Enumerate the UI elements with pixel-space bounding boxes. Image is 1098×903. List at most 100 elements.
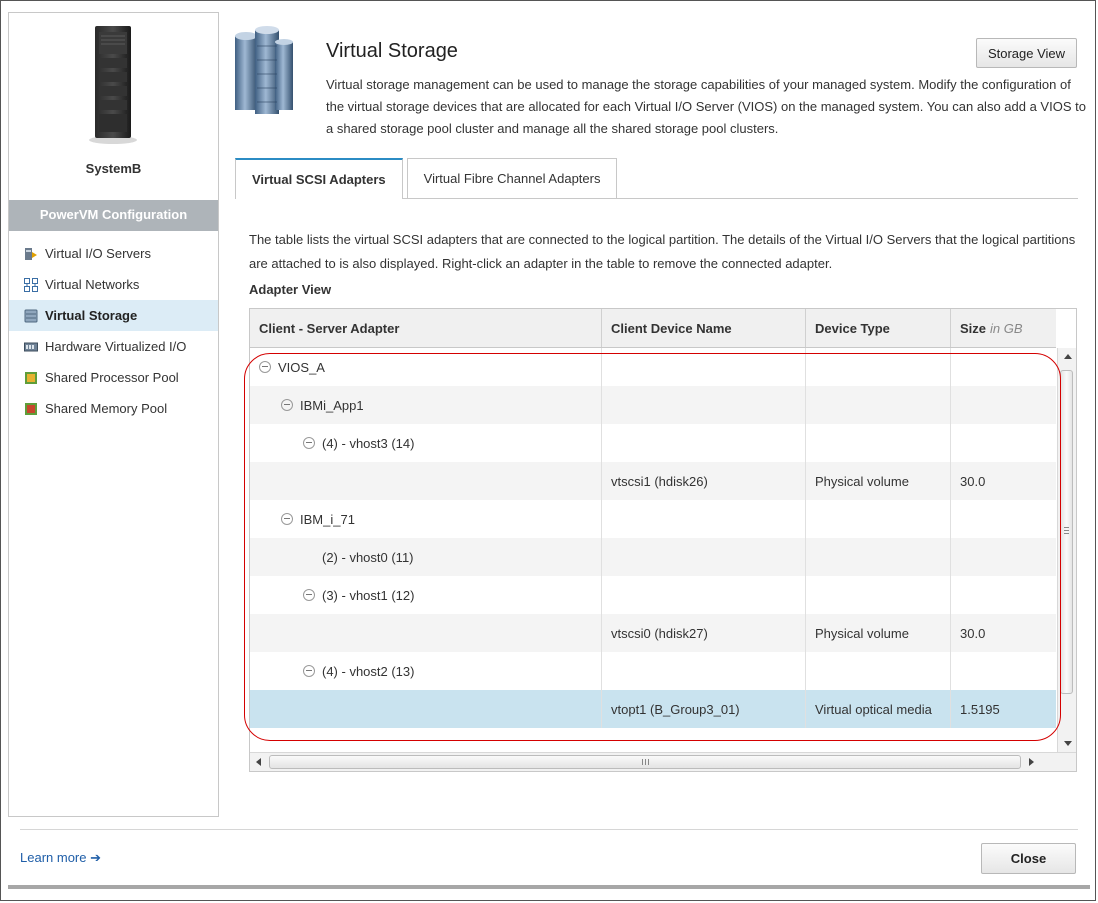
vios-icon bbox=[25, 247, 37, 260]
column-header-adapter[interactable]: Client - Server Adapter bbox=[250, 309, 602, 347]
cell-adapter: (2) - vhost0 (11) bbox=[250, 538, 602, 576]
adapter-label: IBMi_App1 bbox=[300, 397, 364, 413]
arrow-right-icon: ➔ bbox=[90, 850, 102, 865]
cell-device-type bbox=[806, 424, 951, 462]
column-header-device-type[interactable]: Device Type bbox=[806, 309, 951, 347]
scroll-right-icon[interactable] bbox=[1029, 758, 1034, 766]
cell-device-type: Virtual optical media bbox=[806, 690, 951, 728]
table-row[interactable]: VIOS_A bbox=[250, 348, 1056, 386]
close-button[interactable]: Close bbox=[981, 843, 1076, 874]
processor-pool-icon bbox=[25, 371, 37, 384]
cell-adapter: (3) - vhost1 (12) bbox=[250, 576, 602, 614]
adapter-view-label: Adapter View bbox=[249, 282, 332, 297]
collapse-icon[interactable] bbox=[281, 399, 293, 411]
nav-item-shared-processor-pool[interactable]: Shared Processor Pool bbox=[9, 362, 218, 393]
storage-view-button[interactable]: Storage View bbox=[976, 38, 1077, 68]
tab-virtual-scsi-adapters[interactable]: Virtual SCSI Adapters bbox=[235, 158, 403, 199]
collapse-icon[interactable] bbox=[303, 437, 315, 449]
cell-device-name: vtscsi0 (hdisk27) bbox=[602, 614, 806, 652]
nav-item-hardware-virtualized-io[interactable]: Hardware Virtualized I/O bbox=[9, 331, 218, 362]
table-row[interactable]: vtopt1 (B_Group3_01) Virtual optical medi… bbox=[250, 690, 1056, 728]
hardware-io-icon bbox=[24, 342, 38, 351]
memory-pool-icon bbox=[25, 402, 37, 415]
cell-size bbox=[951, 424, 1056, 462]
storage-icon bbox=[24, 309, 38, 322]
cell-device-type bbox=[806, 500, 951, 538]
adapter-table: Client - Server Adapter Client Device Na… bbox=[249, 308, 1077, 772]
nav-item-label: Shared Memory Pool bbox=[45, 401, 168, 416]
adapter-label: (3) - vhost1 (12) bbox=[322, 587, 415, 603]
grip-icon bbox=[1064, 527, 1069, 534]
horizontal-scroll-thumb[interactable] bbox=[269, 755, 1021, 769]
scroll-up-icon[interactable] bbox=[1064, 354, 1072, 359]
adapter-label: (4) - vhost3 (14) bbox=[322, 435, 415, 451]
left-panel: SystemB PowerVM Configuration Virtual I/… bbox=[8, 12, 219, 817]
page-description: Virtual storage management can be used t… bbox=[326, 77, 1086, 136]
tab-bar: Virtual SCSI Adapters Virtual Fibre Chan… bbox=[235, 158, 621, 199]
table-row[interactable]: vtscsi1 (hdisk26) Physical volume 30.0 bbox=[250, 462, 1056, 500]
table-row[interactable]: vtscsi0 (hdisk27) Physical volume 30.0 bbox=[250, 614, 1056, 652]
cell-device-type bbox=[806, 538, 951, 576]
adapter-label: VIOS_A bbox=[278, 359, 325, 375]
scroll-left-icon[interactable] bbox=[256, 758, 261, 766]
collapse-icon[interactable] bbox=[259, 361, 271, 373]
cell-size bbox=[951, 576, 1056, 614]
cell-adapter: IBM_i_71 bbox=[250, 500, 602, 538]
nav-list: Virtual I/O Servers Virtual Networks Vir… bbox=[9, 238, 218, 424]
adapter-label: (4) - vhost2 (13) bbox=[322, 663, 415, 679]
table-row[interactable]: IBM_i_71 bbox=[250, 500, 1056, 538]
cell-device-type bbox=[806, 386, 951, 424]
cell-adapter bbox=[250, 614, 602, 652]
nav-item-label: Virtual I/O Servers bbox=[45, 246, 151, 261]
cell-device-name: vtopt1 (B_Group3_01) bbox=[602, 690, 806, 728]
cell-device-name: vtscsi1 (hdisk26) bbox=[602, 462, 806, 500]
cell-size bbox=[951, 652, 1056, 690]
table-header: Client - Server Adapter Client Device Na… bbox=[250, 309, 1056, 348]
cell-size bbox=[951, 538, 1056, 576]
cell-size bbox=[951, 348, 1056, 386]
tab-virtual-fibre-channel-adapters[interactable]: Virtual Fibre Channel Adapters bbox=[406, 158, 618, 198]
nav-item-shared-memory-pool[interactable]: Shared Memory Pool bbox=[9, 393, 218, 424]
cell-device-type: Physical volume bbox=[806, 614, 951, 652]
cell-size: 30.0 bbox=[960, 473, 986, 489]
cell-device-name bbox=[602, 652, 806, 690]
table-body: VIOS_A IBMi_App1 (4) - vhost3 (14) vtscsi1 … bbox=[250, 348, 1056, 728]
nav-item-virtual-networks[interactable]: Virtual Networks bbox=[9, 269, 218, 300]
cell-size bbox=[951, 386, 1056, 424]
page-title: Virtual Storage bbox=[326, 40, 458, 62]
cell-adapter bbox=[250, 690, 602, 728]
cell-device-name bbox=[602, 424, 806, 462]
scroll-down-icon[interactable] bbox=[1064, 741, 1072, 746]
virtual-storage-icon bbox=[235, 26, 293, 114]
cell-device-name bbox=[602, 538, 806, 576]
adapter-label: IBM_i_71 bbox=[300, 511, 355, 527]
nav-item-virtual-storage[interactable]: Virtual Storage bbox=[9, 300, 218, 331]
nav-item-label: Shared Processor Pool bbox=[45, 370, 179, 385]
powervm-configuration-header: PowerVM Configuration bbox=[9, 200, 218, 231]
footer-divider bbox=[20, 829, 1078, 830]
bottom-border bbox=[8, 885, 1090, 889]
learn-more-link[interactable]: Learn more ➔ bbox=[20, 850, 101, 866]
collapse-icon[interactable] bbox=[303, 589, 315, 601]
horizontal-scrollbar[interactable] bbox=[250, 752, 1076, 771]
cell-adapter: IBMi_App1 bbox=[250, 386, 602, 424]
collapse-icon[interactable] bbox=[303, 665, 315, 677]
server-image bbox=[89, 26, 137, 144]
vertical-scroll-thumb[interactable] bbox=[1060, 370, 1073, 694]
cell-size bbox=[951, 500, 1056, 538]
nav-item-virtual-io-servers[interactable]: Virtual I/O Servers bbox=[9, 238, 218, 269]
table-row[interactable]: (4) - vhost3 (14) bbox=[250, 424, 1056, 462]
table-row[interactable]: (2) - vhost0 (11) bbox=[250, 538, 1056, 576]
cell-device-type bbox=[806, 348, 951, 386]
table-row[interactable]: IBMi_App1 bbox=[250, 386, 1056, 424]
nav-item-label: Virtual Storage bbox=[45, 308, 138, 323]
collapse-icon[interactable] bbox=[281, 513, 293, 525]
size-unit: in GB bbox=[990, 320, 1023, 336]
cell-device-name bbox=[602, 386, 806, 424]
column-header-size[interactable]: Size in GB bbox=[951, 309, 1056, 347]
column-header-device-name[interactable]: Client Device Name bbox=[602, 309, 806, 347]
table-row[interactable]: (4) - vhost2 (13) bbox=[250, 652, 1056, 690]
table-row[interactable]: (3) - vhost1 (12) bbox=[250, 576, 1056, 614]
cell-adapter: (4) - vhost3 (14) bbox=[250, 424, 602, 462]
vertical-scrollbar[interactable] bbox=[1057, 348, 1076, 752]
